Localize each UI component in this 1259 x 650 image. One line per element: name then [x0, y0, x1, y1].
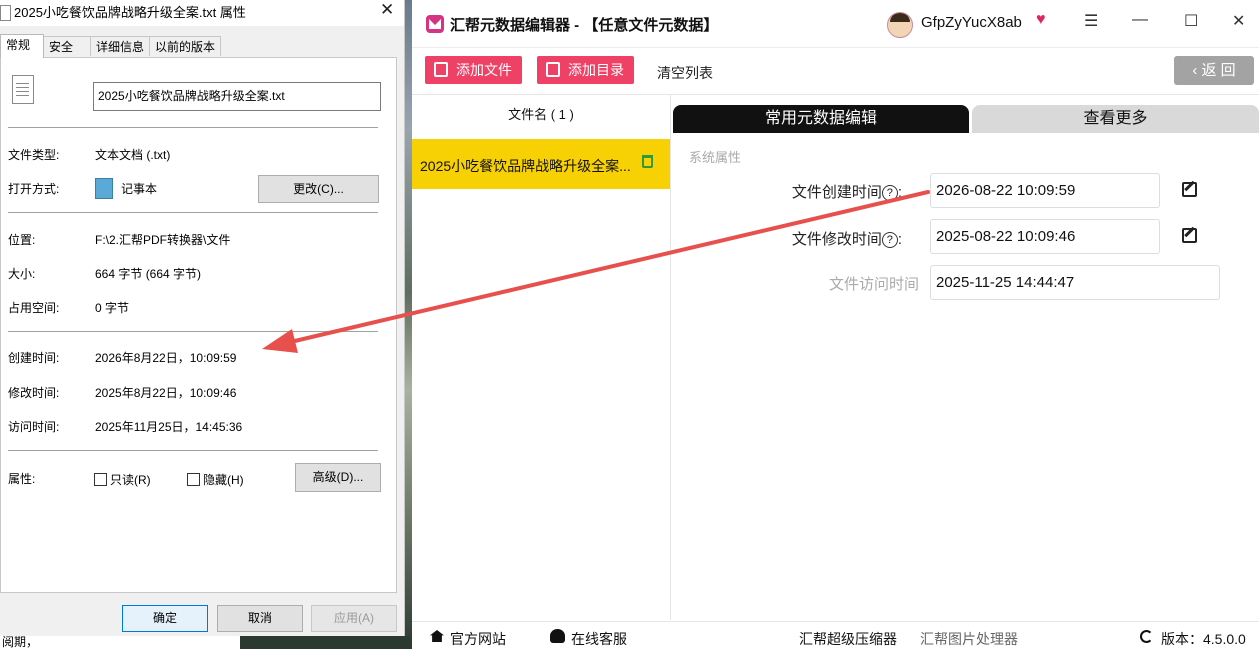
username[interactable]: GfpZyYucX8ab: [921, 14, 1022, 31]
cancel-button[interactable]: 取消: [217, 605, 303, 632]
label-disk-size: 占用空间:: [8, 301, 60, 315]
readonly-label[interactable]: 只读(R): [110, 471, 151, 488]
back-button[interactable]: ‹ 返 回: [1174, 56, 1254, 85]
tab-security[interactable]: 安全: [43, 36, 91, 56]
hidden-checkbox[interactable]: [187, 473, 200, 486]
close-icon[interactable]: ✕: [1232, 11, 1245, 31]
text-file-icon: [0, 5, 11, 21]
edit-created-icon[interactable]: [1182, 182, 1197, 197]
online-support-link[interactable]: 在线客服: [571, 629, 627, 649]
value-accessed: 2025年11月25日，14:45:36: [95, 420, 243, 434]
menu-icon[interactable]: ☰: [1084, 11, 1098, 31]
version-label: 版本：4.5.0.0: [1161, 631, 1246, 647]
minimize-icon[interactable]: —: [1132, 11, 1148, 29]
tab-view-more[interactable]: 查看更多: [972, 105, 1259, 133]
modified-label: 文件修改时间?:: [791, 231, 902, 248]
desktop-background-bottom: [240, 636, 410, 649]
add-file-label: 添加文件: [456, 62, 512, 78]
dialog-tabs: 常规 安全 详细信息 以前的版本: [0, 34, 404, 58]
customer-service-icon: [550, 629, 565, 643]
status-bar: 官方网站 在线客服 汇帮超级压缩器 汇帮图片处理器 版本：4.5.0.0: [412, 621, 1259, 650]
value-modified: 2025年8月22日，10:09:46: [95, 386, 237, 400]
label-file-type: 文件类型:: [8, 148, 60, 162]
trash-icon[interactable]: [642, 155, 653, 168]
filename-field[interactable]: 2025小吃餐饮品牌战略升级全案.txt: [93, 82, 381, 111]
dialog-titlebar: 2025小吃餐饮品牌战略升级全案.txt 属性 ✕: [0, 0, 404, 26]
back-label: 返 回: [1201, 62, 1236, 79]
label-modified: 修改时间:: [8, 386, 60, 400]
readonly-checkbox[interactable]: [94, 473, 107, 486]
modified-time-input[interactable]: 2025-08-22 10:09:46: [930, 219, 1160, 254]
file-list: 文件名 ( 1 ) 2025小吃餐饮品牌战略升级全案...: [412, 95, 671, 620]
value-location: F:\2.汇帮PDF转换器\文件: [95, 233, 231, 247]
dialog-title: 2025小吃餐饮品牌战略升级全案.txt 属性: [14, 5, 246, 20]
add-folder-icon: [546, 62, 560, 77]
value-size: 664 字节 (664 字节): [95, 267, 202, 281]
hidden-label[interactable]: 隐藏(H): [203, 471, 244, 488]
value-created: 2026年8月22日，10:09:59: [95, 351, 237, 365]
tab-common-metadata[interactable]: 常用元数据编辑: [673, 105, 969, 133]
compressor-link[interactable]: 汇帮超级压缩器: [799, 629, 897, 649]
accessed-label: 文件访问时间: [828, 276, 919, 293]
metadata-editor-window: 汇帮元数据编辑器 - 【任意文件元数据】 GfpZyYucX8ab ♥ ☰ — …: [412, 0, 1259, 650]
app-titlebar: 汇帮元数据编辑器 - 【任意文件元数据】 GfpZyYucX8ab ♥ ☰ — …: [412, 0, 1259, 48]
divider: [8, 212, 378, 213]
clear-list-button[interactable]: 清空列表: [657, 63, 713, 83]
divider: [8, 450, 378, 451]
general-panel: [0, 57, 397, 593]
refresh-icon[interactable]: [1140, 630, 1153, 643]
vip-heart-icon[interactable]: ♥: [1036, 11, 1046, 29]
document-icon: [12, 75, 34, 104]
notepad-icon: [95, 178, 113, 199]
edit-modified-icon[interactable]: [1182, 228, 1197, 243]
help-icon[interactable]: ?: [881, 232, 898, 248]
divider: [8, 127, 378, 128]
advanced-button[interactable]: 高级(D)...: [295, 463, 381, 492]
app-logo-icon: [426, 15, 444, 33]
home-icon: [430, 630, 444, 642]
divider: [8, 331, 378, 332]
change-button[interactable]: 更改(C)...: [258, 175, 379, 203]
toolbar: 添加文件 添加目录 清空列表 ‹ 返 回: [412, 48, 1259, 95]
add-directory-label: 添加目录: [568, 62, 624, 78]
close-icon[interactable]: ✕: [380, 0, 394, 20]
image-tool-link[interactable]: 汇帮图片处理器: [920, 629, 1018, 649]
properties-dialog: 2025小吃餐饮品牌战略升级全案.txt 属性 ✕ 常规 安全 详细信息 以前的…: [0, 0, 405, 636]
created-label: 文件创建时间?:: [791, 184, 902, 201]
apply-button[interactable]: 应用(A): [311, 605, 397, 632]
file-list-header: 文件名 ( 1 ): [508, 107, 574, 122]
label-open-with: 打开方式:: [8, 182, 60, 196]
value-open-with: 记事本: [121, 182, 158, 196]
label-accessed: 访问时间:: [8, 420, 60, 434]
label-attributes: 属性:: [8, 472, 36, 486]
label-created: 创建时间:: [8, 351, 60, 365]
maximize-icon[interactable]: ☐: [1184, 11, 1198, 31]
app-title: 汇帮元数据编辑器 - 【任意文件元数据】: [450, 17, 719, 34]
accessed-time-input: 2025-11-25 14:44:47: [930, 265, 1220, 300]
created-time-input[interactable]: 2026-08-22 10:09:59: [930, 173, 1160, 208]
value-disk-size: 0 字节: [95, 301, 130, 315]
label-location: 位置:: [8, 233, 36, 247]
official-website-link[interactable]: 官方网站: [450, 629, 506, 649]
label-size: 大小:: [8, 267, 36, 281]
value-file-type: 文本文档 (.txt): [95, 148, 171, 162]
help-icon[interactable]: ?: [881, 185, 898, 201]
user-avatar[interactable]: [887, 12, 913, 38]
tab-details[interactable]: 详细信息: [90, 36, 150, 56]
background-window-fragment: 阅期，: [0, 635, 240, 649]
file-item-name: 2025小吃餐饮品牌战略升级全案...: [420, 158, 631, 174]
add-file-icon: [434, 62, 448, 77]
add-directory-button[interactable]: 添加目录: [537, 56, 634, 84]
tab-general[interactable]: 常规: [0, 34, 44, 58]
ok-button[interactable]: 确定: [122, 605, 208, 632]
tab-previous-versions[interactable]: 以前的版本: [149, 36, 221, 56]
section-title: 系统属性: [689, 150, 742, 165]
list-item[interactable]: 2025小吃餐饮品牌战略升级全案...: [412, 139, 670, 189]
add-file-button[interactable]: 添加文件: [425, 56, 522, 84]
